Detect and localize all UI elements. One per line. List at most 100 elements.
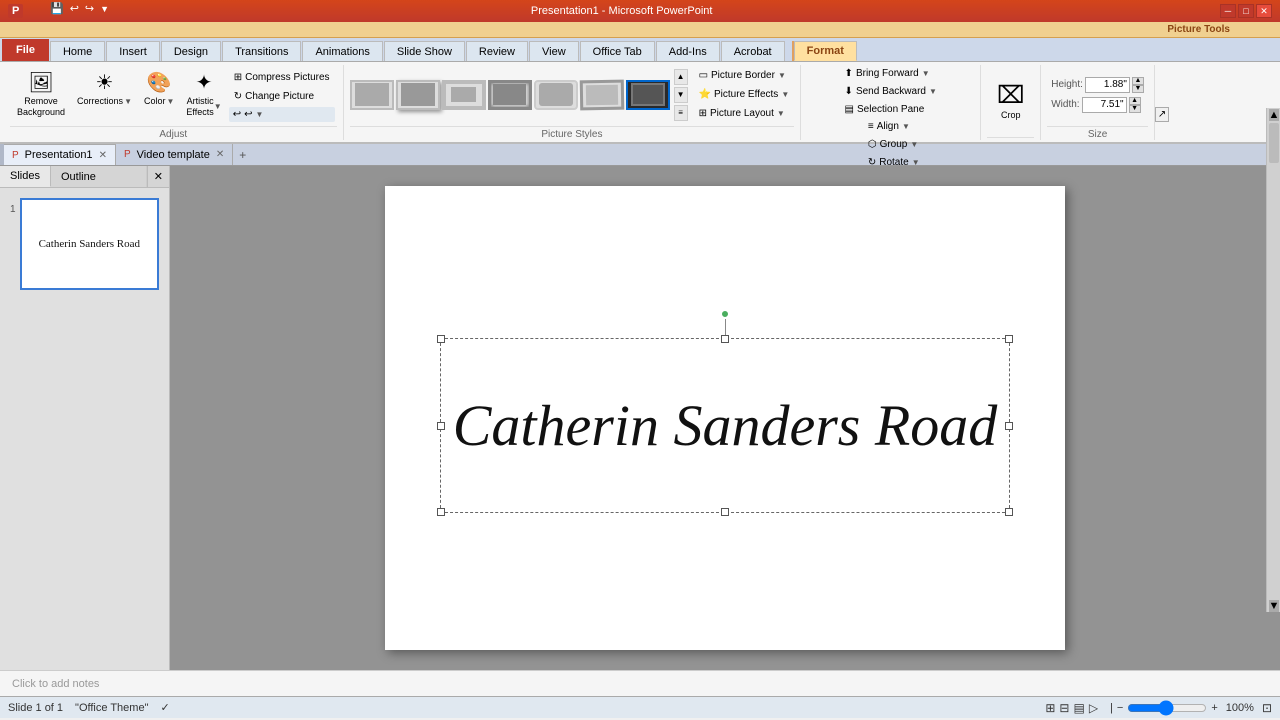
file-tab-video-template[interactable]: P Video template ✕ [116,144,233,165]
tab-animations[interactable]: Animations [302,41,382,61]
view-slideshow-icon[interactable]: ▷ [1089,701,1098,715]
picture-styles-gallery [350,80,670,110]
tab-officetab[interactable]: Office Tab [580,41,655,61]
quick-customize-icon[interactable]: ▼ [100,4,109,14]
group-button[interactable]: ⬡ Group ▼ [863,136,925,153]
handle-bottom-right[interactable] [1005,508,1013,516]
height-input[interactable] [1085,77,1130,93]
zoom-out-button[interactable]: − [1117,702,1123,714]
remove-bg-icon: 🖼 [28,70,53,95]
slide-thumbnail-1[interactable]: Catherin Sanders Road [20,198,159,290]
compress-pictures-button[interactable]: ⊞ Compress Pictures [229,69,335,86]
view-slide-sorter-icon[interactable]: ⊟ [1059,701,1069,715]
quick-redo-icon[interactable]: ↪ [85,2,94,15]
handle-top-middle[interactable] [721,335,729,343]
width-input[interactable] [1082,97,1127,113]
bring-forward-button[interactable]: ⬆ Bring Forward ▼ [840,65,935,82]
fit-window-button[interactable]: ⊡ [1262,701,1272,715]
quick-undo-icon[interactable]: ↩ [70,2,79,15]
corrections-button[interactable]: ☀ Corrections ▼ [72,67,137,109]
height-down-button[interactable]: ▼ [1132,85,1144,93]
picture-style-4[interactable] [488,80,532,110]
picture-layout-button[interactable]: ⊞ Picture Layout ▼ [694,105,795,122]
height-label: Height: [1051,79,1083,90]
new-tab-button[interactable]: + [233,144,252,165]
reset-picture-button[interactable]: ↩ ↩ ▼ [229,107,335,122]
tab-addins[interactable]: Add-Ins [656,41,720,61]
send-backward-button[interactable]: ⬇ Send Backward ▼ [840,83,942,100]
handle-bottom-middle[interactable] [721,508,729,516]
picture-effects-button[interactable]: ⭐ Picture Effects ▼ [694,86,795,103]
picture-border-button[interactable]: ▭ Picture Border ▼ [694,67,795,84]
app-logo: P [8,4,23,18]
crop-label: Crop [1001,110,1021,120]
tab-design[interactable]: Design [161,41,221,61]
zoom-slider[interactable] [1127,701,1207,715]
gallery-more[interactable]: ≡ [674,105,688,121]
file-tab-2-close[interactable]: ✕ [216,149,224,160]
picture-layout-icon: ⊞ [699,108,707,119]
handle-bottom-left[interactable] [437,508,445,516]
gallery-scroll-up[interactable]: ▲ [674,69,688,85]
outline-tab[interactable]: Outline [51,166,147,187]
picture-style-7[interactable] [626,80,670,110]
handle-middle-left[interactable] [437,422,445,430]
zoom-in-button[interactable]: + [1211,702,1217,714]
maximize-button[interactable]: □ [1238,4,1254,18]
height-spinner[interactable]: ▲ ▼ [1132,77,1144,93]
tab-home[interactable]: Home [50,41,105,61]
color-button[interactable]: 🎨 Color ▼ [139,67,179,109]
picture-style-5[interactable] [534,80,578,110]
handle-middle-right[interactable] [1005,422,1013,430]
handle-top-right[interactable] [1005,335,1013,343]
tab-transitions[interactable]: Transitions [222,41,301,61]
width-label: Width: [1051,99,1079,110]
picture-style-3[interactable] [442,80,486,110]
tab-acrobat[interactable]: Acrobat [721,41,785,61]
slides-tab[interactable]: Slides [0,166,51,187]
remove-background-button[interactable]: 🖼 RemoveBackground [12,67,70,121]
height-up-button[interactable]: ▲ [1132,77,1144,85]
selected-picture[interactable]: Catherin Sanders Road [440,338,1010,513]
tab-view[interactable]: View [529,41,579,61]
width-spinner[interactable]: ▲ ▼ [1129,97,1141,113]
size-expand-button[interactable]: ↗ [1155,65,1169,140]
tab-insert[interactable]: Insert [106,41,160,61]
crop-button[interactable]: ⌧ Crop [992,78,1030,123]
corrections-dropdown-arrow: ▼ [124,97,132,106]
status-check-icon[interactable]: ✓ [160,701,169,714]
tab-ppt-icon: P [12,150,19,161]
tab-format[interactable]: Format [794,41,857,61]
slide-image-content: Catherin Sanders Road [441,339,1009,512]
width-up-button[interactable]: ▲ [1129,97,1141,105]
minimize-button[interactable]: ─ [1220,4,1236,18]
rotate-handle[interactable] [720,309,730,319]
view-normal-icon[interactable]: ⊞ [1045,701,1055,715]
file-tab-1-close[interactable]: ✕ [99,150,107,161]
picture-style-2[interactable] [396,80,440,110]
file-tab-presentation1[interactable]: P Presentation1 ✕ [4,144,116,165]
artistic-effects-button[interactable]: ✦ ArtisticEffects ▼ [181,67,226,121]
tab-review[interactable]: Review [466,41,528,61]
width-down-button[interactable]: ▼ [1129,105,1141,113]
selection-pane-button[interactable]: ▤ Selection Pane [840,101,942,118]
ribbon-group-arrange: ⬆ Bring Forward ▼ ⬇ Send Backward ▼ ▤ Se… [801,65,981,140]
vertical-scrollbar[interactable]: ▲ ▼ [1266,166,1280,612]
view-reading-icon[interactable]: ▤ [1073,701,1084,715]
gallery-scroll-down[interactable]: ▼ [674,87,688,103]
quick-save-icon[interactable]: 💾 [50,2,64,15]
close-button[interactable]: ✕ [1256,4,1272,18]
tab-slideshow[interactable]: Slide Show [384,41,465,61]
change-picture-button[interactable]: ↻ Change Picture [229,88,335,105]
panel-close-button[interactable]: ✕ [147,166,169,187]
picture-layout-label: Picture Layout [710,108,774,119]
artistic-dropdown-arrow: ▼ [214,102,222,112]
picture-style-1[interactable] [350,80,394,110]
handle-top-left[interactable] [437,335,445,343]
notes-placeholder: Click to add notes [12,678,99,690]
scroll-down-button[interactable]: ▼ [1269,600,1279,612]
notes-bar[interactable]: Click to add notes [0,670,1280,696]
align-button[interactable]: ≡ Align ▼ [863,118,925,135]
picture-style-6[interactable] [579,79,624,110]
tab-file[interactable]: File [2,39,49,61]
